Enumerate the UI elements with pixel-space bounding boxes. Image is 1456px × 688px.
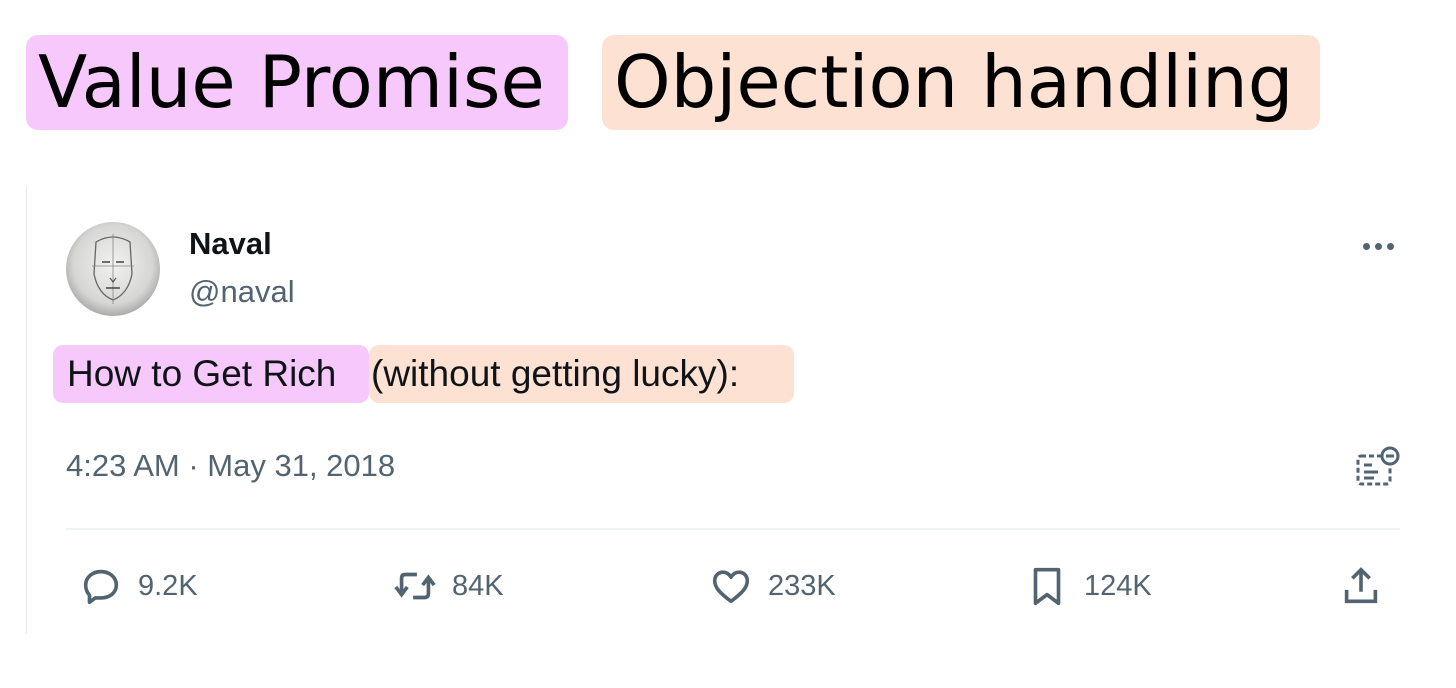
- tweet-text-objection: (without getting lucky):: [369, 345, 794, 403]
- tweet-timestamp[interactable]: 4:23 AM · May 31, 2018: [66, 448, 395, 484]
- author-handle[interactable]: @naval: [189, 274, 295, 310]
- reply-button[interactable]: 9.2K: [78, 562, 198, 610]
- objection-handling-label: Objection handling: [602, 35, 1320, 130]
- like-icon: [712, 570, 750, 604]
- bookmark-count: 124K: [1084, 569, 1152, 602]
- repost-count: 84K: [452, 569, 504, 602]
- more-icon[interactable]: [1352, 228, 1404, 264]
- share-button[interactable]: [1338, 562, 1384, 610]
- bookmark-icon: [1033, 567, 1061, 606]
- notes-icon[interactable]: [1354, 446, 1400, 488]
- bookmark-button[interactable]: 124K: [1024, 562, 1152, 610]
- reply-count: 9.2K: [138, 569, 198, 602]
- share-icon: [1344, 567, 1378, 604]
- avatar-sketch-icon: [66, 222, 160, 316]
- reply-icon: [83, 569, 119, 605]
- tweet-border: [26, 186, 27, 634]
- avatar[interactable]: [66, 222, 160, 316]
- tweet-divider: [66, 528, 1400, 530]
- author-name[interactable]: Naval: [189, 226, 272, 262]
- tweet-text-value-promise: How to Get Rich: [53, 345, 369, 403]
- value-promise-label: Value Promise: [26, 35, 568, 130]
- like-button[interactable]: 233K: [708, 562, 836, 610]
- repost-icon: [394, 572, 436, 600]
- like-count: 233K: [768, 569, 836, 602]
- repost-button[interactable]: 84K: [392, 562, 504, 610]
